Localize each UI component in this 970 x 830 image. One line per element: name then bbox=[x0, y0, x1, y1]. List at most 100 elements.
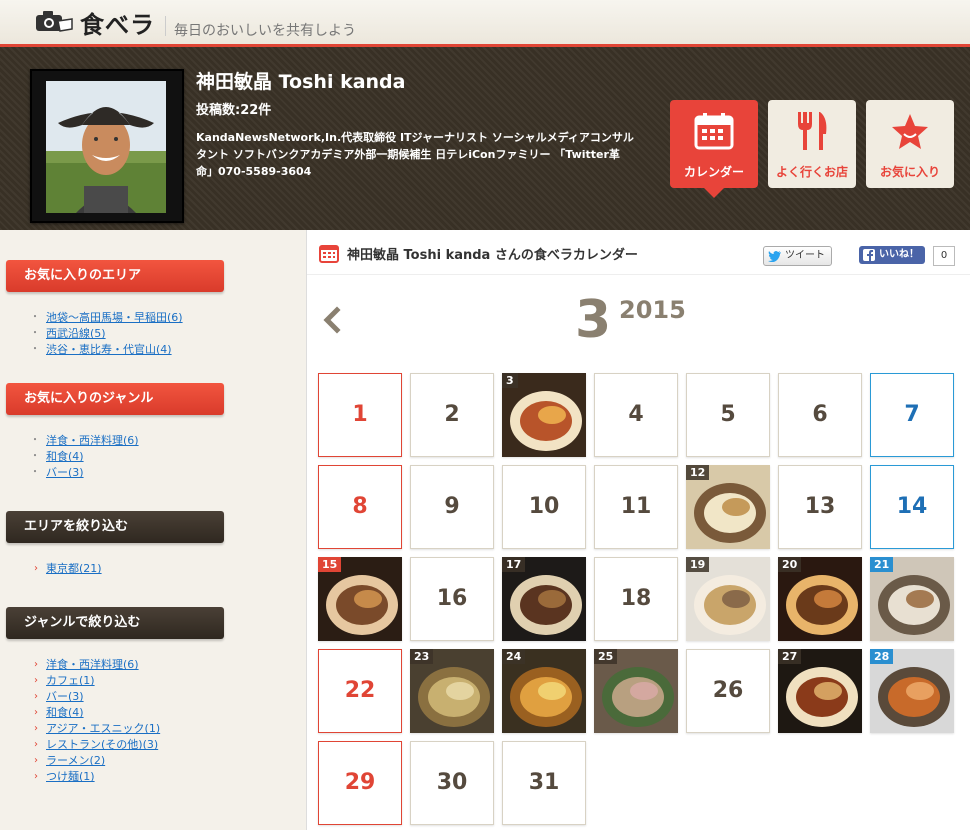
tab-favorites[interactable]: お気に入り bbox=[866, 100, 954, 188]
fav-area-heading: お気に入りのエリア bbox=[6, 260, 224, 292]
calendar-day-13[interactable]: 13 bbox=[778, 465, 862, 549]
tweet-label: ツイート bbox=[785, 250, 825, 261]
fork-knife-icon bbox=[798, 112, 827, 150]
calendar-day-4[interactable]: 4 bbox=[594, 373, 678, 457]
day-number: 14 bbox=[896, 494, 928, 519]
list-item[interactable]: 渋谷・恵比寿・代官山(4) bbox=[30, 342, 183, 358]
fav-genre-heading: お気に入りのジャンル bbox=[6, 383, 224, 415]
day-number: 2 bbox=[444, 402, 460, 427]
area-filter-link[interactable]: 東京都(21) bbox=[46, 562, 102, 575]
calendar-day-10[interactable]: 10 bbox=[502, 465, 586, 549]
genre-filter-link[interactable]: 和食(4) bbox=[46, 706, 84, 719]
day-number: 8 bbox=[352, 494, 368, 519]
genre-filter-link[interactable]: レストラン(その他)(3) bbox=[46, 738, 158, 751]
list-item[interactable]: 西武沿線(5) bbox=[30, 326, 183, 342]
list-item[interactable]: 和食(4) bbox=[34, 705, 160, 721]
day-number: 16 bbox=[436, 586, 468, 611]
tab-calendar[interactable]: カレンダー bbox=[670, 100, 758, 188]
calendar-day-21[interactable]: 21 bbox=[870, 557, 954, 641]
calendar-day-31[interactable]: 31 bbox=[502, 741, 586, 825]
calendar-day-1[interactable]: 1 bbox=[318, 373, 402, 457]
site-logo[interactable]: 食べラ bbox=[34, 6, 155, 39]
list-item[interactable]: 和食(4) bbox=[30, 449, 139, 465]
calendar-day-22[interactable]: 22 bbox=[318, 649, 402, 733]
fav-genre-list: 洋食・西洋料理(6) 和食(4) バー(3) bbox=[30, 433, 139, 481]
day-number-badge: 24 bbox=[502, 649, 526, 664]
list-item[interactable]: バー(3) bbox=[30, 465, 139, 481]
list-item[interactable]: レストラン(その他)(3) bbox=[34, 737, 160, 753]
genre-link[interactable]: バー(3) bbox=[46, 466, 84, 479]
calendar-title: 神田敏晶 Toshi kanda さんの食べラカレンダー bbox=[347, 248, 638, 263]
day-number-badge: 20 bbox=[778, 557, 802, 572]
facebook-like-button[interactable]: いいね！ bbox=[859, 246, 925, 264]
day-number-badge: 28 bbox=[870, 649, 894, 664]
calendar-day-2[interactable]: 2 bbox=[410, 373, 494, 457]
calendar-day-29[interactable]: 29 bbox=[318, 741, 402, 825]
genre-filter-link[interactable]: ラーメン(2) bbox=[46, 754, 105, 767]
area-link[interactable]: 池袋～高田馬場・早稲田(6) bbox=[46, 311, 183, 324]
fav-area-list: 池袋～高田馬場・早稲田(6) 西武沿線(5) 渋谷・恵比寿・代官山(4) bbox=[30, 310, 183, 358]
genre-filter-link[interactable]: つけ麺(1) bbox=[46, 770, 95, 783]
like-count: 0 bbox=[933, 246, 955, 266]
calendar-day-30[interactable]: 30 bbox=[410, 741, 494, 825]
list-item[interactable]: ラーメン(2) bbox=[34, 753, 160, 769]
calendar-day-5[interactable]: 5 bbox=[686, 373, 770, 457]
day-number: 10 bbox=[528, 494, 560, 519]
genre-filter-link[interactable]: アジア・エスニック(1) bbox=[46, 722, 160, 735]
area-link[interactable]: 西武沿線(5) bbox=[46, 327, 106, 340]
list-item[interactable]: 洋食・西洋料理(6) bbox=[34, 657, 160, 673]
calendar-day-9[interactable]: 9 bbox=[410, 465, 494, 549]
filter-area-heading: エリアを絞り込む bbox=[6, 511, 224, 543]
day-number-badge: 19 bbox=[686, 557, 710, 572]
calendar-day-26[interactable]: 26 bbox=[686, 649, 770, 733]
calendar-day-20[interactable]: 20 bbox=[778, 557, 862, 641]
facebook-icon bbox=[863, 249, 875, 261]
genre-filter-link[interactable]: 洋食・西洋料理(6) bbox=[46, 658, 139, 671]
calendar-day-14[interactable]: 14 bbox=[870, 465, 954, 549]
calendar-day-8[interactable]: 8 bbox=[318, 465, 402, 549]
list-item[interactable]: 洋食・西洋料理(6) bbox=[30, 433, 139, 449]
avatar[interactable] bbox=[46, 81, 166, 213]
calendar-day-19[interactable]: 19 bbox=[686, 557, 770, 641]
genre-link[interactable]: 和食(4) bbox=[46, 450, 84, 463]
area-link[interactable]: 渋谷・恵比寿・代官山(4) bbox=[46, 343, 172, 356]
calendar-day-25[interactable]: 25 bbox=[594, 649, 678, 733]
list-item[interactable]: 東京都(21) bbox=[34, 561, 102, 577]
calendar-day-6[interactable]: 6 bbox=[778, 373, 862, 457]
calendar-day-28[interactable]: 28 bbox=[870, 649, 954, 733]
calendar-day-7[interactable]: 7 bbox=[870, 373, 954, 457]
list-item[interactable]: アジア・エスニック(1) bbox=[34, 721, 160, 737]
calendar-day-23[interactable]: 23 bbox=[410, 649, 494, 733]
tagline: 毎日のおいしいを共有しよう bbox=[174, 23, 356, 39]
calendar-day-17[interactable]: 17 bbox=[502, 557, 586, 641]
day-number-badge: 23 bbox=[410, 649, 434, 664]
filter-area-list: 東京都(21) bbox=[34, 561, 102, 577]
day-number: 11 bbox=[620, 494, 652, 519]
prev-month-arrow-icon[interactable] bbox=[319, 304, 343, 336]
calendar-day-11[interactable]: 11 bbox=[594, 465, 678, 549]
calendar-day-15[interactable]: 15 bbox=[318, 557, 402, 641]
calendar-day-12[interactable]: 12 bbox=[686, 465, 770, 549]
calendar-month: 3 bbox=[575, 290, 612, 350]
day-number: 30 bbox=[436, 770, 468, 795]
logo-text: 食べラ bbox=[80, 10, 155, 39]
list-item[interactable]: つけ麺(1) bbox=[34, 769, 160, 785]
filter-genre-heading: ジャンルで絞り込む bbox=[6, 607, 224, 639]
calendar-day-3[interactable]: 3 bbox=[502, 373, 586, 457]
tab-shops[interactable]: よく行くお店 bbox=[768, 100, 856, 188]
day-number: 18 bbox=[620, 586, 652, 611]
list-item[interactable]: バー(3) bbox=[34, 689, 160, 705]
calendar-day-24[interactable]: 24 bbox=[502, 649, 586, 733]
calendar-day-18[interactable]: 18 bbox=[594, 557, 678, 641]
calendar-day-27[interactable]: 27 bbox=[778, 649, 862, 733]
list-item[interactable]: カフェ(1) bbox=[34, 673, 160, 689]
avatar-frame bbox=[30, 69, 184, 223]
tweet-button[interactable]: ツイート bbox=[763, 246, 832, 266]
calendar-day-16[interactable]: 16 bbox=[410, 557, 494, 641]
genre-filter-link[interactable]: バー(3) bbox=[46, 690, 84, 703]
list-item[interactable]: 池袋～高田馬場・早稲田(6) bbox=[30, 310, 183, 326]
day-number-badge: 15 bbox=[318, 557, 342, 572]
genre-filter-link[interactable]: カフェ(1) bbox=[46, 674, 95, 687]
genre-link[interactable]: 洋食・西洋料理(6) bbox=[46, 434, 139, 447]
camera-hand-icon bbox=[36, 11, 73, 32]
